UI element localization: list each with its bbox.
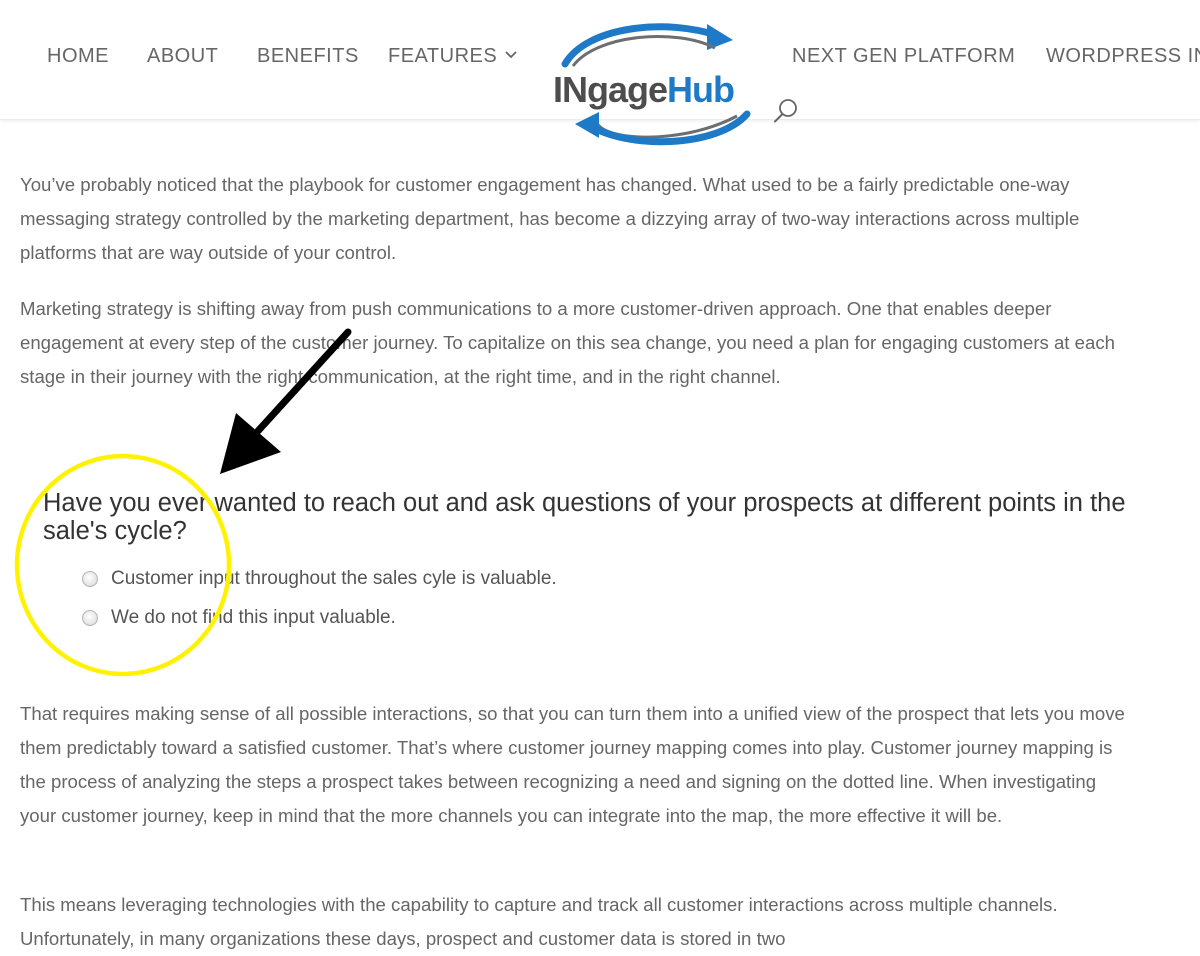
- poll-option-label: We do not find this input valuable.: [111, 607, 396, 628]
- nav-features[interactable]: FEATURES: [388, 45, 517, 68]
- poll-question: Have you ever wanted to reach out and as…: [43, 489, 1126, 545]
- chevron-down-icon: [505, 51, 517, 58]
- poll-option-not-valuable[interactable]: We do not find this input valuable.: [80, 606, 396, 630]
- nav-features-label: FEATURES: [388, 45, 498, 67]
- svg-text:INgageHub: INgageHub: [553, 69, 734, 110]
- logo-graphic: INgageHub: [553, 23, 751, 146]
- nav-about[interactable]: ABOUT: [147, 45, 218, 68]
- logo-text-ingage: INgage: [553, 69, 667, 110]
- technologies-paragraph: This means leveraging technologies with …: [20, 894, 1058, 949]
- logo-text-hub: Hub: [667, 69, 734, 110]
- journey-mapping-paragraph: That requires making sense of all possib…: [20, 703, 1125, 826]
- poll-option-valuable[interactable]: Customer input throughout the sales cyle…: [80, 567, 557, 591]
- radio-button[interactable]: [82, 571, 98, 587]
- strategy-paragraph: Marketing strategy is shifting away from…: [20, 298, 1115, 387]
- nav-home[interactable]: HOME: [47, 45, 109, 68]
- intro-paragraph: You’ve probably noticed that the playboo…: [20, 174, 1080, 263]
- radio-button[interactable]: [82, 610, 98, 626]
- ingagehub-logo[interactable]: INgageHub: [547, 20, 767, 152]
- nav-next-gen-platform[interactable]: NEXT GEN PLATFORM: [792, 45, 1015, 68]
- nav-benefits[interactable]: BENEFITS: [257, 45, 359, 68]
- poll-option-label: Customer input throughout the sales cyle…: [111, 568, 557, 589]
- pointer-arrow-head: [220, 413, 281, 474]
- nav-wordpress-integration[interactable]: WORDPRESS INT: [1046, 45, 1200, 68]
- search-icon[interactable]: [773, 98, 799, 124]
